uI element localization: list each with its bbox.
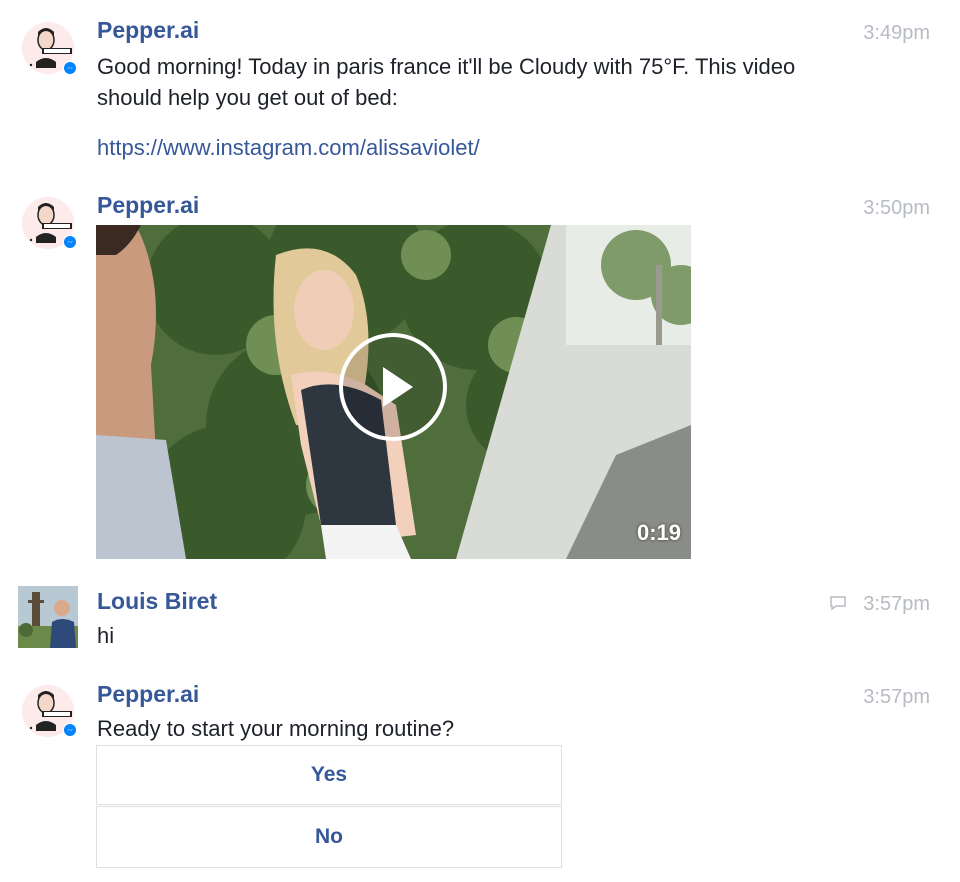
message-link[interactable]: https://www.instagram.com/alissaviolet/	[97, 133, 480, 163]
sender-name[interactable]: Louis Biret	[97, 587, 217, 615]
video-attachment[interactable]	[96, 225, 691, 559]
messenger-badge-icon	[63, 61, 77, 75]
message-text: hi	[97, 623, 115, 648]
louis-avatar[interactable]	[18, 586, 78, 648]
video-duration: 0:19	[636, 520, 681, 545]
messenger-badge-icon	[63, 723, 77, 737]
user-photo-avatar-icon	[18, 586, 78, 648]
timestamp: 3:49pm	[863, 22, 930, 44]
sender-name[interactable]: Pepper.ai	[97, 680, 199, 708]
timestamp: 3:50pm	[863, 197, 930, 219]
seen-bubble-icon	[830, 596, 846, 611]
quick-reply-no[interactable]: No	[96, 806, 562, 868]
timestamp: 3:57pm	[863, 686, 930, 708]
messenger-badge-icon	[63, 235, 77, 249]
message-text: Ready to start your morning routine?	[97, 716, 455, 741]
play-icon[interactable]	[338, 332, 448, 442]
timestamp: 3:57pm	[863, 593, 930, 615]
quick-reply-yes[interactable]: Yes	[96, 745, 562, 805]
sender-name[interactable]: Pepper.ai	[97, 16, 199, 44]
sender-name[interactable]: Pepper.ai	[97, 191, 199, 219]
message-text: Good morning! Today in paris france it'l…	[97, 54, 796, 110]
